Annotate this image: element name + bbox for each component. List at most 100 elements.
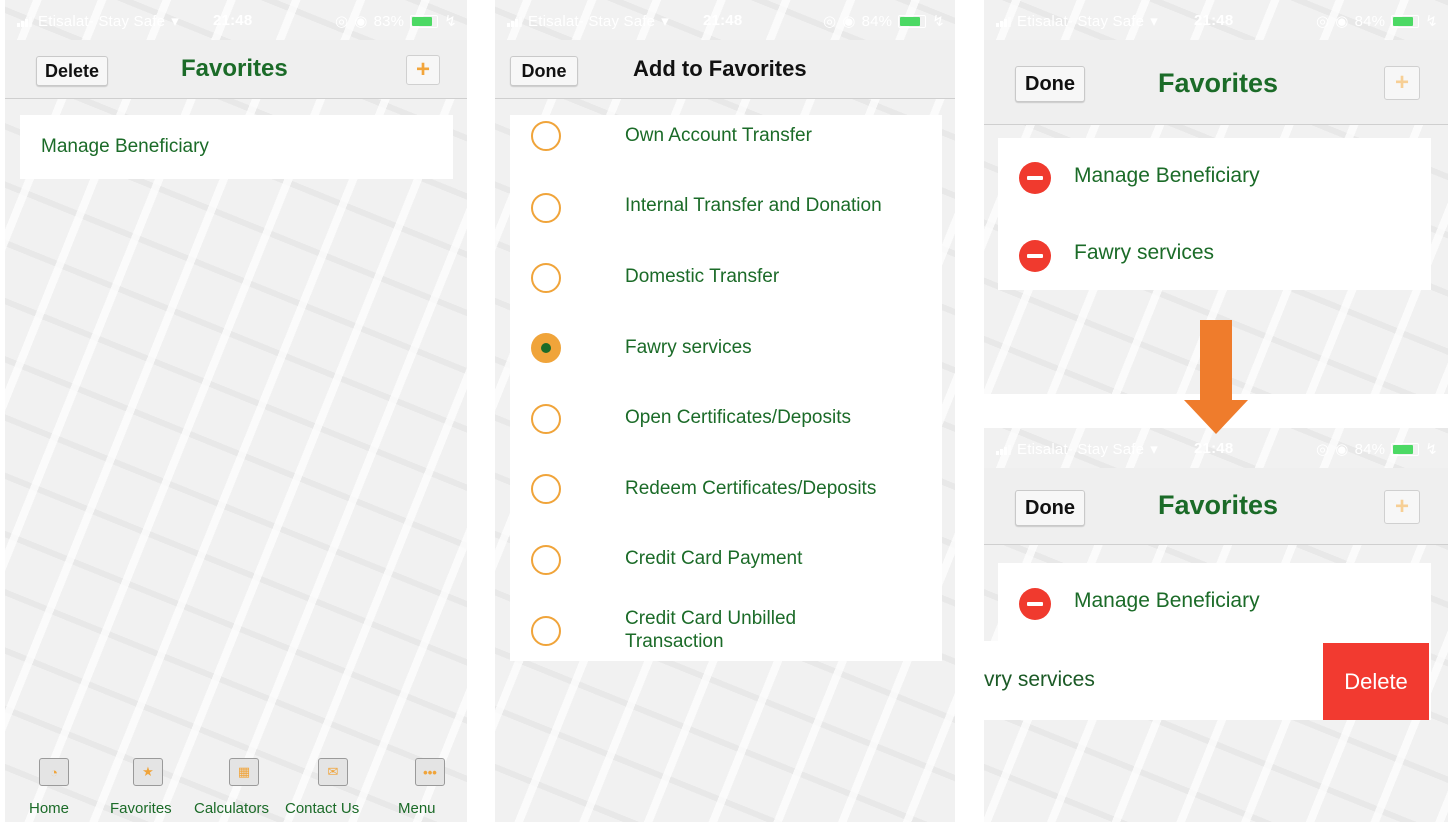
battery-icon xyxy=(410,14,439,28)
carrier: Etisalat- Stay Safe ▾ xyxy=(507,12,669,30)
option-label: Open Certificates/Deposits xyxy=(625,407,851,428)
radio-button[interactable] xyxy=(531,616,561,646)
item-label: Fawry services xyxy=(1074,241,1215,264)
add-favorite-button[interactable]: + xyxy=(406,55,440,85)
status-time: 21:48 xyxy=(1194,440,1234,457)
radio-button[interactable] xyxy=(531,474,561,504)
favorites-list: Manage Beneficiary Fawry services xyxy=(998,138,1431,290)
battery-percent: 84% xyxy=(1354,12,1386,30)
delete-button[interactable]: Delete xyxy=(36,56,108,86)
battery-icon xyxy=(1391,14,1420,28)
charging-icon: ↯ xyxy=(932,13,945,30)
swipe-delete-button[interactable]: Delete xyxy=(1323,643,1429,720)
tab-menu[interactable]: ••• Menu xyxy=(375,750,467,822)
option-label: Credit Card Unbilled Transaction xyxy=(625,608,797,652)
radio-button[interactable] xyxy=(531,121,561,151)
carrier: Etisalat- Stay Safe ▾ xyxy=(996,440,1158,458)
tab-label-contact-us: Contact Us xyxy=(285,800,360,817)
status-right: ◎ ◉ 84% ↯ xyxy=(1316,440,1438,459)
radio-button[interactable] xyxy=(531,263,561,293)
navigation-bar: Done Favorites + xyxy=(984,40,1448,125)
signal-icon xyxy=(17,16,32,27)
favorites-screen: Etisalat- Stay Safe ▾ 21:48 ◎ ◉ 83% ↯ De… xyxy=(5,0,467,822)
more-dots-icon: ••• xyxy=(415,758,445,786)
favorites-swipe-delete-screen: Etisalat- Stay Safe ▾ 21:48 ◎ ◉ 84% ↯ Do… xyxy=(984,428,1448,822)
tab-label-home: Home xyxy=(29,800,70,817)
add-to-favorites-screen: Etisalat- Stay Safe ▾ 21:48 ◎ ◉ 84% ↯ Do… xyxy=(495,0,955,822)
status-bar: Etisalat- Stay Safe ▾ 21:48 ◎ ◉ 83% ↯ xyxy=(5,0,467,40)
status-bar: Etisalat- Stay Safe ▾ 21:48 ◎ ◉ 84% ↯ xyxy=(984,428,1448,468)
signal-icon xyxy=(507,16,522,27)
status-bar: Etisalat- Stay Safe ▾ 21:48 ◎ ◉ 84% ↯ xyxy=(984,0,1448,40)
lock-rotation-icon: ◎ xyxy=(1316,441,1330,458)
down-arrow-icon xyxy=(1184,320,1248,434)
radio-button[interactable] xyxy=(531,404,561,434)
option-label: Domestic Transfer xyxy=(625,266,780,287)
navigation-bar: Done Favorites + xyxy=(984,468,1448,545)
page-title: Favorites xyxy=(1158,490,1279,520)
remove-icon[interactable] xyxy=(1019,162,1051,194)
option-label: Own Account Transfer xyxy=(625,125,812,146)
charging-icon: ↯ xyxy=(1425,13,1438,30)
done-button[interactable]: Done xyxy=(1015,490,1085,526)
page-title: Favorites xyxy=(181,55,288,82)
item-label: Manage Beneficiary xyxy=(1074,589,1260,612)
envelope-icon: ✉ xyxy=(318,758,348,786)
status-time: 21:48 xyxy=(213,12,253,29)
calculator-icon: ▦ xyxy=(229,758,259,786)
status-right: ◎ ◉ 83% ↯ xyxy=(335,12,457,31)
signal-icon xyxy=(996,444,1011,455)
wifi-icon: ▾ xyxy=(1150,441,1158,458)
alarm-icon: ◉ xyxy=(1335,13,1349,30)
status-time: 21:48 xyxy=(703,12,743,29)
tab-label-calculators: Calculators xyxy=(194,800,270,817)
status-right: ◎ ◉ 84% ↯ xyxy=(823,12,945,31)
battery-percent: 83% xyxy=(373,12,405,30)
carrier-name: Etisalat- Stay Safe xyxy=(1017,12,1145,30)
alarm-icon: ◉ xyxy=(1335,441,1349,458)
add-favorite-button[interactable]: + xyxy=(1384,490,1420,524)
carrier-name: Etisalat- Stay Safe xyxy=(38,12,166,30)
tab-bar: ◔ Home ★ Favorites ▦ Calculators ✉ Conta… xyxy=(5,750,467,822)
done-button[interactable]: Done xyxy=(510,56,578,86)
status-bar: Etisalat- Stay Safe ▾ 21:48 ◎ ◉ 84% ↯ xyxy=(495,0,955,40)
tab-home[interactable]: ◔ Home xyxy=(5,750,97,822)
option-label: Redeem Certificates/Deposits xyxy=(625,478,877,499)
tab-calculators[interactable]: ▦ Calculators xyxy=(191,750,283,822)
option-label: Credit Card Payment xyxy=(625,548,803,569)
status-time: 21:48 xyxy=(1194,12,1234,29)
option-label: Fawry services xyxy=(625,337,752,358)
alarm-icon: ◉ xyxy=(354,13,368,30)
tab-favorites[interactable]: ★ Favorites xyxy=(105,750,197,822)
swiped-list-item[interactable]: vry services Delete xyxy=(984,641,1431,720)
speedometer-icon: ◔ xyxy=(39,758,69,786)
navigation-bar: Done Add to Favorites xyxy=(495,40,955,99)
wifi-icon: ▾ xyxy=(661,13,669,30)
tab-label-favorites: Favorites xyxy=(110,800,172,817)
item-label: Manage Beneficiary xyxy=(1074,164,1260,187)
list-item-manage-beneficiary[interactable]: Manage Beneficiary xyxy=(41,136,209,158)
radio-button[interactable] xyxy=(531,193,561,223)
carrier-name: Etisalat- Stay Safe xyxy=(528,12,656,30)
remove-icon[interactable] xyxy=(1019,240,1051,272)
battery-icon xyxy=(898,14,927,28)
done-button[interactable]: Done xyxy=(1015,66,1085,102)
status-right: ◎ ◉ 84% ↯ xyxy=(1316,12,1438,31)
favorites-list: Manage Beneficiary xyxy=(20,115,453,179)
carrier-name: Etisalat- Stay Safe xyxy=(1017,440,1145,458)
battery-percent: 84% xyxy=(1354,440,1386,458)
item-label: vry services xyxy=(984,668,1095,691)
radio-button[interactable] xyxy=(531,545,561,575)
options-list: Own Account Transfer Internal Transfer a… xyxy=(510,115,942,661)
battery-percent: 84% xyxy=(861,12,893,30)
radio-button-checked[interactable] xyxy=(531,333,561,363)
remove-icon[interactable] xyxy=(1019,588,1051,620)
page-title: Add to Favorites xyxy=(633,56,807,81)
carrier: Etisalat- Stay Safe ▾ xyxy=(17,12,179,30)
favorites-list: Manage Beneficiary xyxy=(998,563,1431,641)
charging-icon: ↯ xyxy=(444,13,457,30)
tab-contact-us[interactable]: ✉ Contact Us xyxy=(285,750,377,822)
add-favorite-button[interactable]: + xyxy=(1384,66,1420,100)
wifi-icon: ▾ xyxy=(1150,13,1158,30)
battery-icon xyxy=(1391,442,1420,456)
